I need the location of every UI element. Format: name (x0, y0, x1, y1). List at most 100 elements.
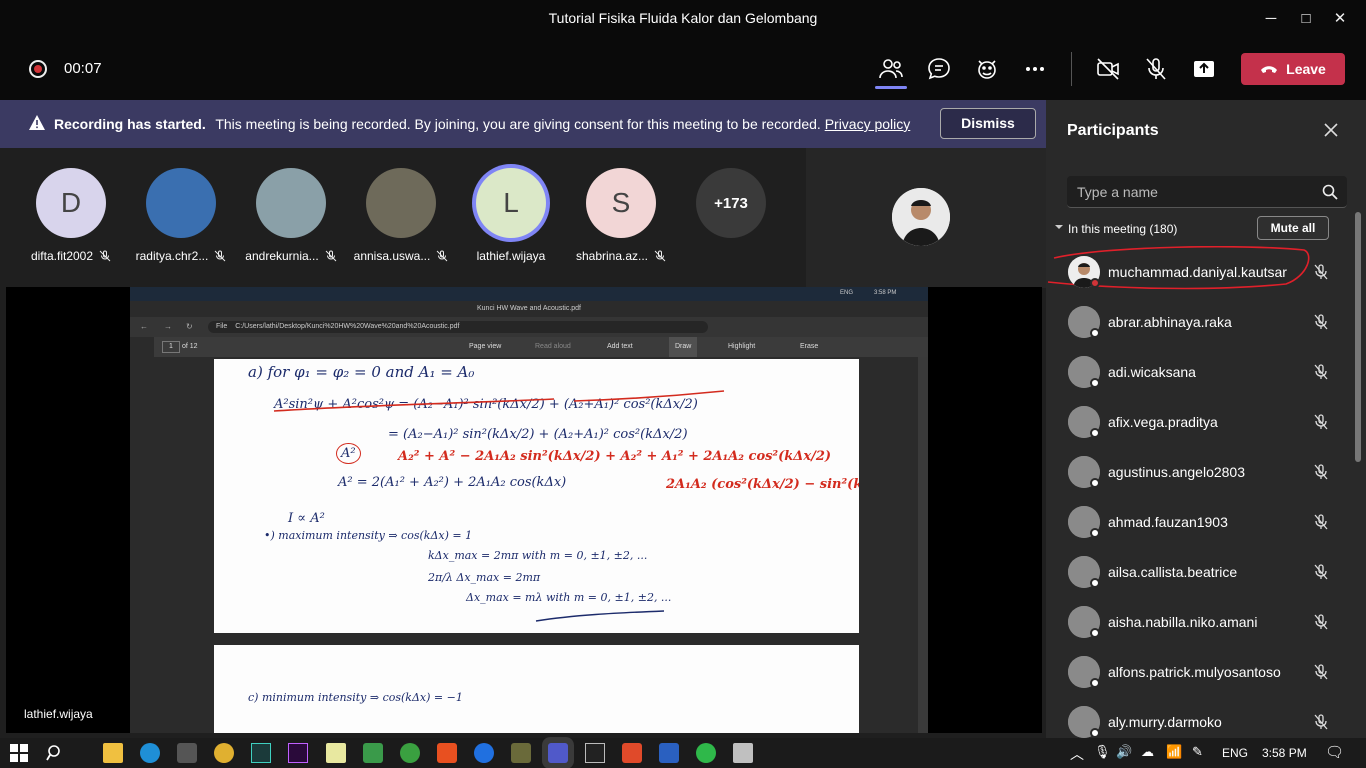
mic-off-icon[interactable] (1312, 513, 1330, 531)
gallery-tile[interactable]: Llathief.wijaya (456, 168, 566, 263)
taskbar-clock[interactable]: 3:58 PM (1262, 746, 1307, 760)
tray-volume-icon[interactable]: 🔊 (1116, 744, 1132, 760)
participant-name: abrar.abhinaya.raka (1108, 314, 1232, 330)
participant-name: agustinus.angelo2803 (1108, 464, 1246, 480)
tray-mic-icon[interactable]: 🎙 (1094, 744, 1111, 760)
store-icon[interactable] (177, 743, 197, 763)
app-icon-2[interactable] (437, 743, 457, 763)
maximize-button[interactable]: □ (1295, 8, 1317, 30)
participants-scrollbar[interactable] (1355, 212, 1361, 462)
participant-name: aly.murry.darmoko (1108, 714, 1222, 730)
chat-icon[interactable] (925, 55, 953, 83)
tool-draw: Draw (669, 337, 698, 357)
camera-off-icon[interactable] (1094, 55, 1122, 83)
mic-off-icon[interactable] (1312, 713, 1330, 731)
teams-icon[interactable] (548, 743, 568, 763)
presence-status (1090, 328, 1100, 338)
gallery-tile[interactable]: Sshabrina.az... (566, 168, 676, 263)
search-icon[interactable] (1321, 183, 1339, 201)
taskbar-language[interactable]: ENG (1222, 746, 1248, 760)
terminal-icon[interactable] (585, 743, 605, 763)
participant-name: adi.wicaksana (1108, 364, 1196, 380)
participant-name: andrekurnia... (245, 249, 319, 263)
file-label: File (216, 323, 228, 330)
presence-status (1090, 278, 1100, 288)
mic-off-icon[interactable] (1312, 463, 1330, 481)
notification-icon[interactable]: 🗨 (1325, 743, 1344, 761)
participant-name: muchammad.daniyal.kautsar (1108, 264, 1287, 280)
participant-row[interactable]: agustinus.angelo2803 (1046, 446, 1352, 496)
mic-off-icon[interactable] (1312, 363, 1330, 381)
participant-row[interactable]: afix.vega.praditya (1046, 396, 1352, 446)
close-panel-icon[interactable] (1321, 120, 1341, 140)
chrome-icon[interactable] (214, 743, 234, 763)
people-icon[interactable] (877, 55, 905, 83)
play-icon[interactable] (363, 743, 383, 763)
mic-off-icon[interactable] (1312, 313, 1330, 331)
gallery-tile[interactable]: raditya.chr2... (126, 168, 236, 263)
privacy-policy-link[interactable]: Privacy policy (825, 116, 911, 132)
app-icon-3[interactable] (474, 743, 494, 763)
more-icon[interactable] (1021, 55, 1049, 83)
app-icon-1[interactable] (400, 743, 420, 763)
line-icon[interactable] (696, 743, 716, 763)
gallery-name-row: andrekurnia... (236, 249, 346, 263)
app-icon-5[interactable] (659, 743, 679, 763)
participant-row[interactable]: alfons.patrick.mulyosantoso (1046, 646, 1352, 696)
windows-start-icon[interactable] (9, 743, 29, 763)
window-title: Tutorial Fisika Fluida Kalor dan Gelomba… (548, 10, 818, 26)
tray-chevron-icon[interactable]: ︿ (1070, 744, 1084, 764)
reactions-icon[interactable] (973, 55, 1001, 83)
close-window-button[interactable]: ✕ (1329, 8, 1351, 30)
participant-row[interactable]: abrar.abhinaya.raka (1046, 296, 1352, 346)
pdf-page-2: c) minimum intensity ⇒ cos(kΔx) = −1 (214, 645, 859, 733)
mic-off-icon[interactable] (1312, 263, 1330, 281)
gallery-tile[interactable]: andrekurnia... (236, 168, 346, 263)
participant-row[interactable]: aly.murry.darmoko (1046, 696, 1352, 738)
tray-network-icon[interactable]: ☁ (1141, 744, 1154, 760)
participant-name: ailsa.callista.beatrice (1108, 564, 1238, 580)
mic-off-icon (214, 250, 226, 262)
mic-off-icon[interactable] (1312, 563, 1330, 581)
app-icon-4[interactable] (511, 743, 531, 763)
participant-row[interactable]: ailsa.callista.beatrice (1046, 546, 1352, 596)
mic-off-icon[interactable] (1312, 663, 1330, 681)
mic-off-icon[interactable] (1142, 55, 1170, 83)
gallery-tile[interactable]: Ddifta.fit2002 (16, 168, 126, 263)
pdf-url: File C:/Users/lathi/Desktop/Kunci%20HW%2… (208, 321, 708, 333)
participant-row[interactable]: ahmad.fauzan1903 (1046, 496, 1352, 546)
audition-icon[interactable] (251, 743, 271, 763)
tray-wifi-icon[interactable]: 📶 (1166, 744, 1182, 760)
banner-message: Recording has started. This meeting is b… (54, 116, 910, 132)
participant-row[interactable]: muchammad.daniyal.kautsar (1046, 246, 1352, 296)
presence-status (1090, 678, 1100, 688)
search-input[interactable] (1077, 182, 1307, 202)
leave-button[interactable]: Leave (1241, 53, 1345, 85)
presence-status (1090, 628, 1100, 638)
mic-off-icon (99, 250, 111, 262)
dismiss-button[interactable]: Dismiss (940, 108, 1036, 139)
tray-pen-icon[interactable]: ✎ (1192, 744, 1203, 760)
share-icon[interactable] (1190, 55, 1218, 83)
mute-all-button[interactable]: Mute all (1257, 216, 1329, 240)
participant-row[interactable]: aisha.nabilla.niko.amani (1046, 596, 1352, 646)
gallery-tile[interactable]: annisa.uswa... (346, 168, 456, 263)
overflow-tile[interactable]: +173 (676, 168, 786, 238)
taskbar-search-icon[interactable] (45, 743, 65, 763)
premiere-icon[interactable] (288, 743, 308, 763)
participant-row[interactable]: adi.wicaksana (1046, 346, 1352, 396)
avatar (256, 168, 326, 238)
mic-off-icon[interactable] (1312, 413, 1330, 431)
hw-line-13: c) minimum intensity ⇒ cos(kΔx) = −1 (248, 691, 463, 704)
gallery-name-row: raditya.chr2... (126, 249, 236, 263)
notes-icon[interactable] (326, 743, 346, 763)
app-icon-6[interactable] (733, 743, 753, 763)
avatar (146, 168, 216, 238)
minimize-button[interactable]: ─ (1260, 8, 1282, 30)
mic-off-icon (437, 250, 448, 262)
pdf-toolbar: 1 of 12 Page view Read aloud Add text Dr… (154, 337, 928, 357)
figma-icon[interactable] (622, 743, 642, 763)
mic-off-icon[interactable] (1312, 613, 1330, 631)
file-explorer-icon[interactable] (103, 743, 123, 763)
edge-icon[interactable] (140, 743, 160, 763)
